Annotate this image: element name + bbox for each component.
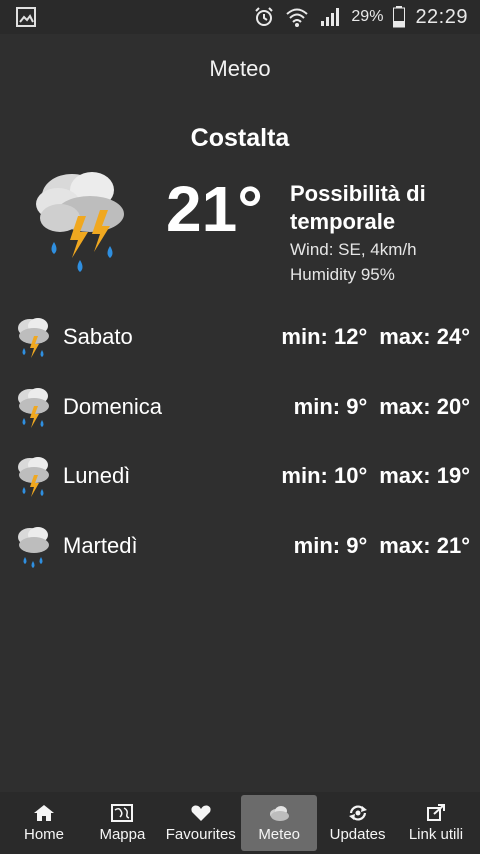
thunderstorm-icon [18,387,49,428]
thunderstorm-icon [18,318,49,358]
nav-favourites[interactable]: Favourites [163,795,239,851]
forecast-row: Domenica min: 9° max: 20° [0,374,480,444]
forecast-row: Sabato min: 12° max: 24° [0,304,480,374]
refresh-icon [348,804,367,821]
nav-updates[interactable]: Updates [320,795,396,851]
nav-label: Home [23,825,64,843]
status-bar: 29% 22:29 [0,0,480,34]
thunderstorm-icon [18,457,49,497]
weather-description: Possibilità di temporale [290,181,426,234]
nav-link-utili[interactable]: Link utili [398,795,474,851]
heart-icon [191,804,211,821]
battery-percent: 29% [351,8,384,25]
bottom-navigation: Home Mappa Favourites Meteo Updates Link… [0,792,480,854]
current-temperature: 21° [166,173,263,245]
cloud-icon [270,805,290,821]
nav-label: Favourites [165,825,236,843]
forecast-max: max: 20° [379,393,470,419]
forecast-row: Lunedì min: 10° max: 19° [0,443,480,513]
forecast-min: min: 12° [281,324,368,349]
forecast-day: Domenica [63,393,163,419]
location-name: Costalta [190,124,290,152]
thunderstorm-icon [36,172,124,272]
nav-label: Meteo [258,825,301,843]
battery-icon [393,6,406,28]
wind-info: Wind: SE, 4km/h [290,240,417,259]
app-title: Meteo [209,56,271,81]
image-icon [16,7,36,27]
nav-home[interactable]: Home [6,795,82,851]
signal-icon [321,8,340,26]
home-icon [34,804,54,821]
humidity-info: Humidity 95% [290,265,395,284]
nav-meteo[interactable]: Meteo [241,795,318,851]
forecast-min: min: 9° [293,532,368,558]
nav-label: Link utili [408,825,464,843]
alarm-icon [255,7,274,26]
forecast-day: Lunedì [63,463,131,488]
nav-label: Updates [329,825,386,843]
wifi-icon [286,8,309,27]
rain-icon [18,526,49,568]
forecast-day: Sabato [63,324,133,349]
forecast-row: Martedì min: 9° max: 21° [0,513,480,583]
forecast-max: max: 21° [379,532,470,558]
forecast-list: Sabato min: 12° max: 24° Domenica min: 9… [0,304,480,582]
clock: 22:29 [415,5,468,28]
forecast-min: min: 10° [281,463,368,488]
map-icon [111,803,134,822]
nav-map[interactable]: Mappa [84,795,160,851]
forecast-min: min: 9° [293,393,368,419]
nav-label: Mappa [99,825,146,843]
forecast-max: max: 24° [379,324,470,349]
forecast-max: max: 19° [379,463,470,488]
external-link-icon [426,803,445,821]
forecast-day: Martedì [63,532,138,558]
